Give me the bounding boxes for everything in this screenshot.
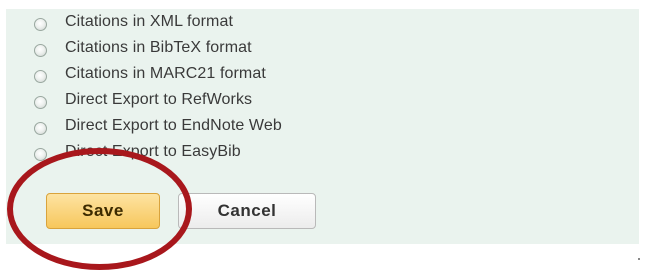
radio-button[interactable]: [34, 70, 47, 83]
export-option-xml[interactable]: Citations in XML format: [34, 11, 233, 33]
option-label: Citations in BibTeX format: [65, 39, 252, 56]
radio-button[interactable]: [34, 18, 47, 31]
option-label: Direct Export to EndNote Web: [65, 117, 282, 134]
option-label: Direct Export to EasyBib: [65, 143, 241, 160]
cancel-button[interactable]: Cancel: [178, 193, 316, 229]
export-option-easybib[interactable]: Direct Export to EasyBib: [34, 141, 241, 163]
export-option-refworks[interactable]: Direct Export to RefWorks: [34, 89, 252, 111]
option-label: Citations in MARC21 format: [65, 65, 266, 82]
stray-dot: [638, 258, 640, 260]
export-option-marc21[interactable]: Citations in MARC21 format: [34, 63, 266, 85]
export-option-bibtex[interactable]: Citations in BibTeX format: [34, 37, 252, 59]
option-label: Citations in XML format: [65, 13, 233, 30]
radio-button[interactable]: [34, 148, 47, 161]
radio-button[interactable]: [34, 44, 47, 57]
radio-button[interactable]: [34, 96, 47, 109]
save-button[interactable]: Save: [46, 193, 160, 229]
export-option-endnote-web[interactable]: Direct Export to EndNote Web: [34, 115, 282, 137]
radio-button[interactable]: [34, 122, 47, 135]
option-label: Direct Export to RefWorks: [65, 91, 253, 108]
